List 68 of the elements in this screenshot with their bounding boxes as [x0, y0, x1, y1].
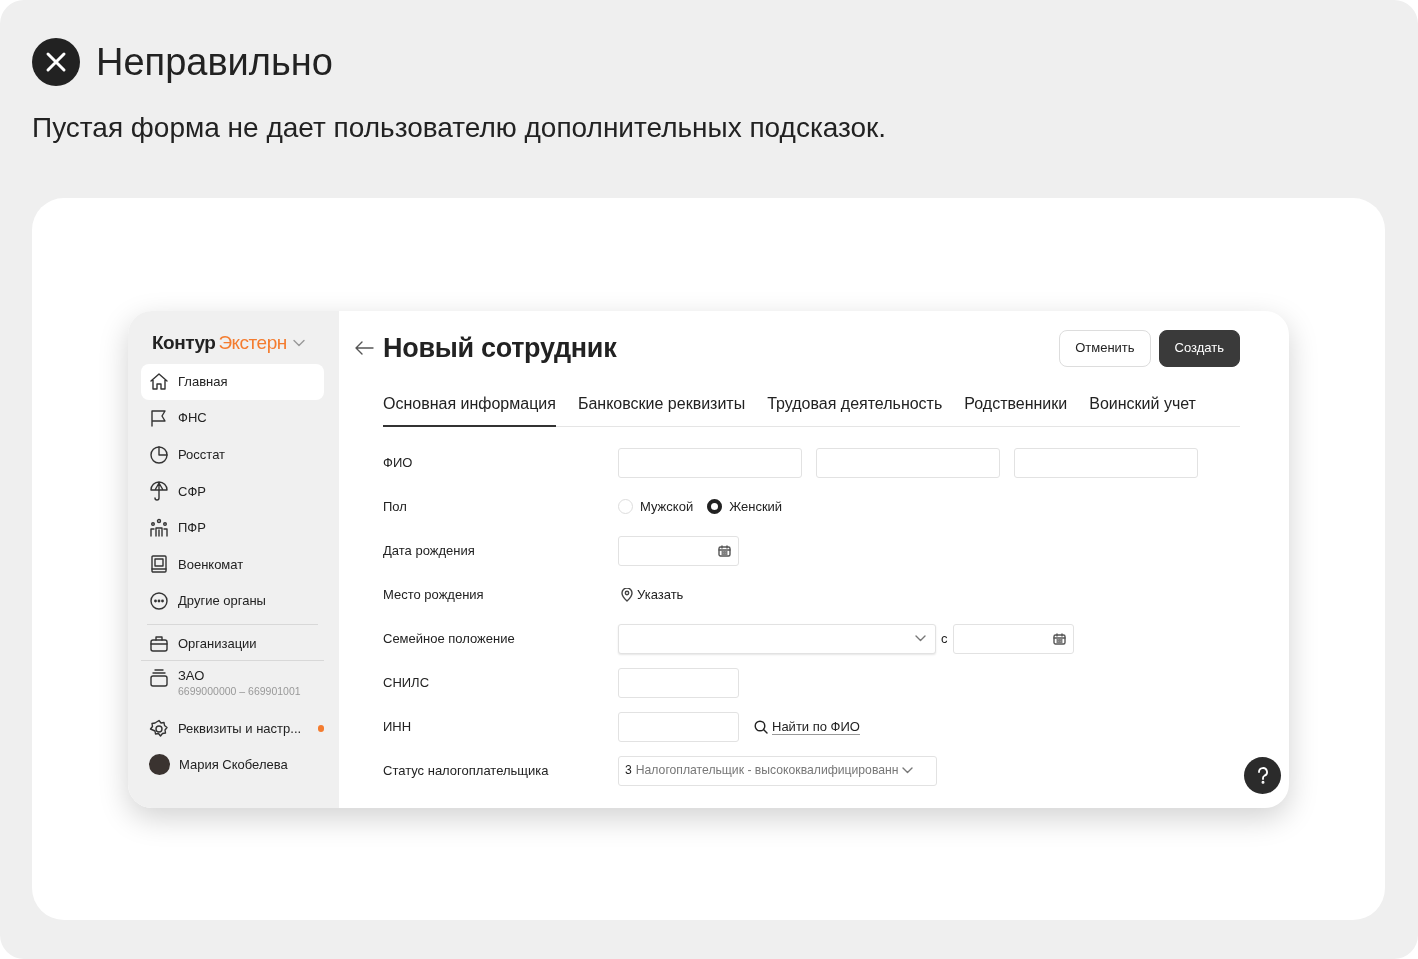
radio-label: Мужской: [640, 497, 694, 516]
company-codes: 6699000000 – 669901001: [178, 683, 301, 698]
home-icon: [149, 371, 169, 392]
company-name[interactable]: ЗАО: [178, 667, 301, 684]
help-button[interactable]: [1244, 756, 1281, 794]
back-arrow-icon: [354, 340, 374, 356]
field-label: Статус налогоплательщика: [383, 761, 550, 780]
search-icon: [754, 719, 768, 734]
book-icon: [149, 554, 169, 575]
radio-button[interactable]: [707, 499, 723, 514]
tab[interactable]: Родственники: [964, 391, 1068, 427]
input-field[interactable]: [618, 667, 739, 698]
create-button[interactable]: Создать: [1158, 329, 1240, 367]
sidebar-item[interactable]: Военкомат: [141, 546, 324, 583]
briefcase-icon: [149, 634, 169, 655]
field-label: Дата рождения: [383, 541, 476, 560]
sidebar-item[interactable]: ПФР: [141, 509, 324, 546]
tab[interactable]: Трудовая деятельность: [767, 391, 943, 427]
verdict-description: Пустая форма не дает пользователю дополнительных подсказок.: [32, 114, 888, 142]
field-label: СНИЛС: [383, 673, 431, 692]
sidebar-item[interactable]: СФР: [141, 473, 324, 510]
connector-text: с: [941, 629, 948, 648]
verdict-title: Неправильно: [96, 43, 333, 81]
field-label: Пол: [383, 497, 408, 516]
input-field[interactable]: [1014, 447, 1198, 478]
location-pin-icon: [621, 587, 633, 602]
calendar-icon: [1052, 632, 1066, 645]
settings-icon: [149, 718, 169, 739]
sidebar-item[interactable]: Организации: [141, 628, 324, 661]
tab[interactable]: Воинский учет: [1089, 391, 1196, 427]
tab[interactable]: Банковские реквизиты: [577, 391, 746, 427]
field-label: Семейное положение: [383, 629, 516, 648]
cancel-button[interactable]: Отменить: [1059, 329, 1151, 367]
input-field[interactable]: [618, 447, 802, 478]
page-title: Новый сотрудник: [383, 331, 617, 365]
flag-icon: [149, 408, 169, 429]
field-label: ФИО: [383, 453, 414, 472]
calendar-icon: [718, 544, 731, 557]
place-link[interactable]: Указать: [618, 584, 684, 605]
sidebar-item[interactable]: Главная: [141, 363, 324, 400]
sidebar-item[interactable]: Росстат: [141, 436, 324, 473]
select-field[interactable]: 3 Налогоплательщик - высококвалифицированн: [618, 755, 937, 786]
radio-label: Женский: [729, 497, 783, 516]
sidebar-item[interactable]: Мария Скобелева: [141, 746, 324, 783]
search-link[interactable]: Найти по ФИО: [772, 718, 860, 735]
input-field[interactable]: [618, 711, 739, 742]
pie-chart-icon: [149, 444, 169, 465]
sidebar-item[interactable]: Реквизиты и настр...: [141, 710, 324, 747]
close-icon: [32, 38, 80, 86]
sidebar-item[interactable]: ФНС: [141, 400, 324, 437]
field-label: ИНН: [383, 717, 413, 736]
tab[interactable]: Основная информация: [383, 391, 556, 427]
brand-logo: Контур Экстерн: [152, 333, 287, 352]
date-field[interactable]: [952, 623, 1074, 654]
more-icon: [149, 591, 169, 612]
input-field[interactable]: [816, 447, 1000, 478]
date-field[interactable]: [618, 535, 739, 566]
chevron-down-icon: [292, 338, 305, 347]
question-icon: [1256, 766, 1269, 784]
avatar: [149, 754, 170, 776]
field-label: Место рождения: [383, 585, 485, 604]
people-icon: [149, 517, 169, 538]
select-field[interactable]: [618, 623, 936, 654]
chevron-down-icon: [902, 767, 914, 774]
sidebar-item[interactable]: Другие органы: [141, 583, 324, 620]
chevron-down-icon: [915, 635, 926, 642]
stack-icon: [149, 667, 169, 688]
umbrella-icon: [149, 481, 169, 502]
